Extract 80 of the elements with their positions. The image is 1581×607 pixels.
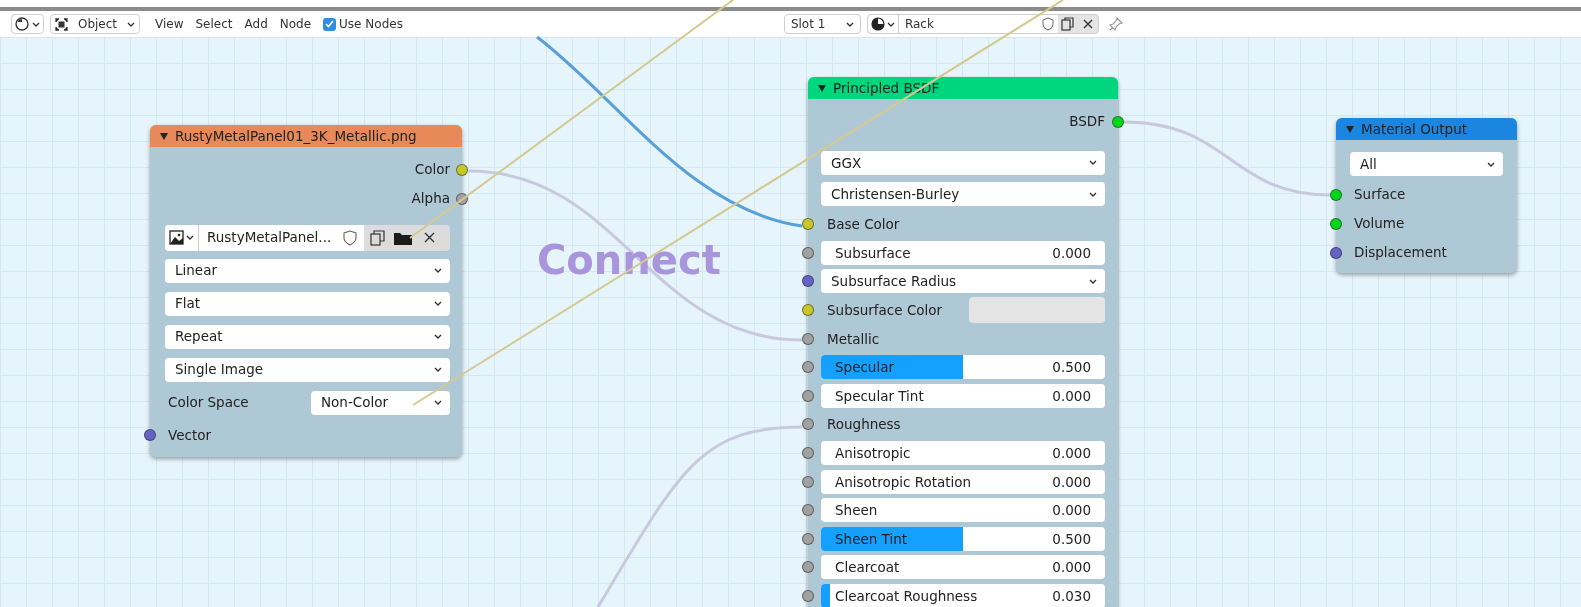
fake-user-button[interactable] — [336, 224, 364, 251]
menu-item[interactable]: Node — [273, 14, 318, 34]
chevron-icon — [1089, 279, 1097, 284]
node-title: Material Output — [1361, 119, 1468, 139]
material-name-field[interactable]: Rack — [897, 15, 1038, 33]
value-slider[interactable]: Sheen 0.000 — [821, 498, 1105, 523]
value-slider[interactable]: Specular 0.500 — [821, 355, 1105, 380]
slot-dropdown[interactable]: Slot 1 — [783, 14, 861, 34]
socket-label: Volume — [1354, 214, 1405, 234]
dropdown[interactable]: Repeat — [165, 324, 450, 349]
collapse-triangle-icon — [160, 132, 168, 140]
value-slider[interactable]: Clearcoat 0.000 — [821, 555, 1105, 580]
value-slider[interactable]: Anisotropic Rotation 0.000 — [821, 469, 1105, 494]
collapse-triangle-icon — [818, 84, 826, 92]
socket-label: Vector — [168, 425, 212, 445]
check-icon — [325, 20, 335, 28]
image-browse-button[interactable] — [165, 224, 198, 251]
field-label: Color Space — [168, 393, 250, 413]
pin-icon — [1108, 17, 1123, 31]
chevron-icon — [886, 21, 895, 27]
chevron-icon — [1089, 191, 1097, 197]
chevron-icon — [32, 21, 40, 27]
menu-item[interactable]: View — [149, 14, 190, 34]
chevron-icon — [434, 367, 442, 372]
chevron-icon — [434, 400, 442, 405]
menu-item[interactable]: Select — [189, 14, 239, 34]
socket-label: Displacement — [1354, 243, 1447, 263]
chevron-icon — [434, 334, 442, 339]
folder-icon — [394, 230, 412, 245]
dropdown[interactable]: Christensen-Burley — [821, 182, 1105, 207]
material-browse-button[interactable] — [867, 15, 898, 33]
close-icon — [423, 232, 435, 243]
sphere-icon — [870, 17, 885, 31]
copy-icon — [369, 229, 385, 246]
node-header[interactable]: Material Output — [1336, 118, 1517, 140]
dropdown[interactable]: Single Image — [165, 357, 450, 382]
shield-icon — [343, 229, 357, 246]
dropdown[interactable]: GGX — [821, 150, 1105, 175]
dropdown[interactable]: Flat — [165, 291, 450, 316]
node-title: RustyMetalPanel01_3K_Metallic.png — [175, 126, 417, 146]
menu-item[interactable]: Add — [238, 14, 274, 34]
socket-label: Roughness — [827, 415, 901, 435]
dropdown[interactable]: Linear — [165, 258, 450, 283]
chevron-icon — [1487, 161, 1495, 167]
checkbox[interactable] — [323, 17, 337, 31]
socket-label: BSDF — [1069, 112, 1105, 132]
circle-icon — [15, 17, 29, 31]
value-slider[interactable]: Subsurface 0.000 — [821, 240, 1105, 265]
chevron-icon — [434, 301, 442, 306]
copy-icon — [1061, 17, 1075, 31]
chevron-icon — [186, 235, 194, 240]
mode-dropdown[interactable]: Object — [50, 14, 140, 34]
close-icon — [1082, 19, 1093, 29]
pin-button[interactable] — [1106, 15, 1125, 33]
chevron-icon — [1089, 160, 1097, 166]
image-icon — [169, 230, 184, 245]
socket-label: Base Color — [827, 215, 900, 235]
dropdown[interactable]: Non-Color — [311, 390, 450, 415]
chevron-icon — [127, 21, 135, 27]
chevron-icon — [434, 268, 442, 273]
color-swatch[interactable] — [969, 297, 1105, 324]
shield-icon — [1041, 17, 1054, 31]
image-name-field[interactable]: RustyMetalPanel... — [198, 224, 336, 251]
socket-label: Color — [414, 160, 450, 180]
editor-type-dropdown[interactable] — [11, 14, 44, 34]
value-slider[interactable]: Clearcoat Roughness 0.030 — [821, 584, 1105, 607]
dropdown[interactable]: All — [1350, 152, 1503, 176]
collapse-triangle-icon — [1346, 125, 1354, 133]
socket-label: Surface — [1354, 185, 1406, 205]
value-slider[interactable]: Anisotropic 0.000 — [821, 441, 1105, 466]
socket-label: Alpha — [411, 189, 450, 209]
chevron-icon — [845, 21, 854, 27]
object-icon — [55, 17, 68, 31]
socket-label: Subsurface Color — [827, 300, 944, 320]
node-header[interactable]: RustyMetalPanel01_3K_Metallic.png — [150, 125, 462, 147]
socket-label: Metallic — [827, 329, 880, 349]
dropdown[interactable]: Subsurface Radius — [821, 269, 1105, 294]
checkbox-label: Use Nodes — [339, 16, 403, 33]
value-slider[interactable]: Sheen Tint 0.500 — [821, 526, 1105, 551]
value-slider[interactable]: Specular Tint 0.000 — [821, 383, 1105, 408]
